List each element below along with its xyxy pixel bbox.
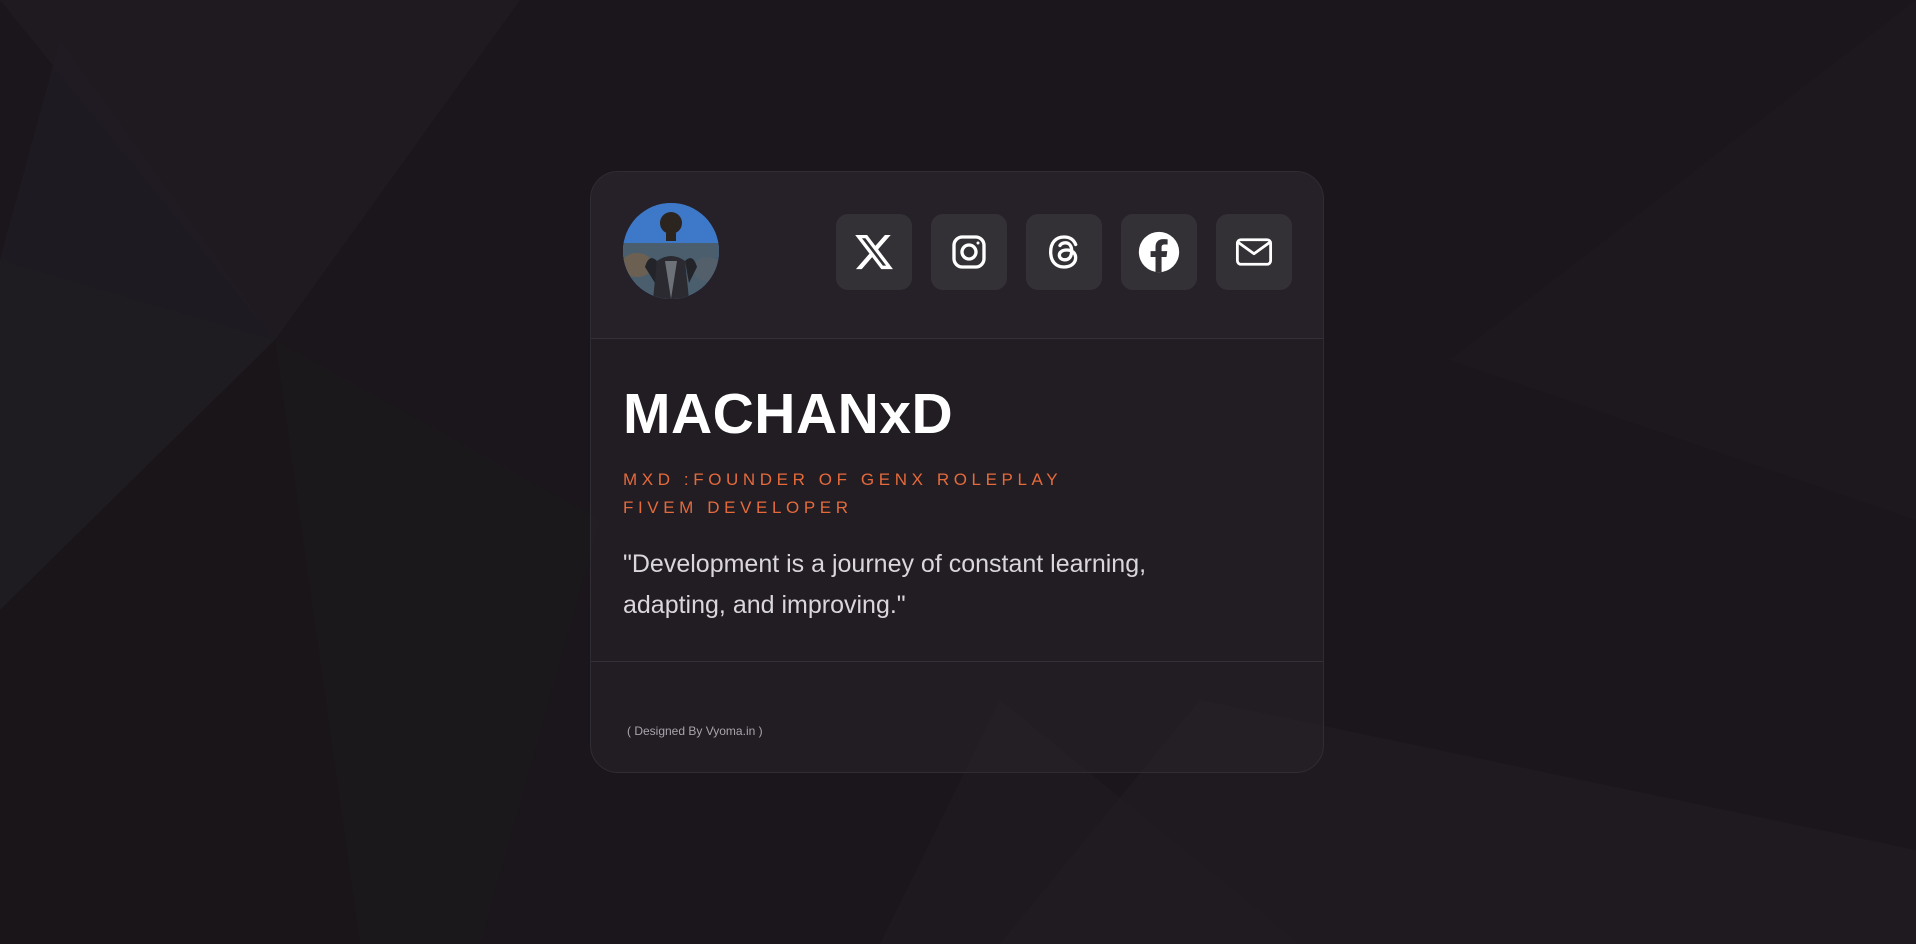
role-line: MXD :FOUNDER OF GENX ROLEPLAY	[623, 470, 1063, 489]
mail-icon	[1235, 238, 1273, 266]
instagram-icon	[952, 235, 986, 269]
x-twitter-button[interactable]	[836, 214, 912, 290]
profile-role: MXD :FOUNDER OF GENX ROLEPLAY FIVEM DEVE…	[623, 466, 1291, 522]
social-links	[836, 214, 1292, 290]
card-header	[591, 172, 1323, 339]
divider	[591, 661, 1323, 662]
profile-name: MACHANxD	[623, 382, 954, 446]
profile-card: MACHANxD MXD :FOUNDER OF GENX ROLEPLAY F…	[590, 171, 1324, 773]
facebook-button[interactable]	[1121, 214, 1197, 290]
mail-button[interactable]	[1216, 214, 1292, 290]
designer-credit: ( Designed By Vyoma.in )	[627, 724, 763, 738]
facebook-icon	[1138, 231, 1180, 273]
x-twitter-icon	[855, 234, 893, 270]
role-line: FIVEM DEVELOPER	[623, 498, 853, 517]
profile-quote: "Development is a journey of constant le…	[623, 550, 1147, 619]
threads-icon	[1048, 235, 1078, 269]
card-body: MACHANxD MXD :FOUNDER OF GENX ROLEPLAY F…	[623, 382, 1291, 626]
avatar	[623, 203, 719, 299]
instagram-button[interactable]	[931, 214, 1007, 290]
threads-button[interactable]	[1026, 214, 1102, 290]
